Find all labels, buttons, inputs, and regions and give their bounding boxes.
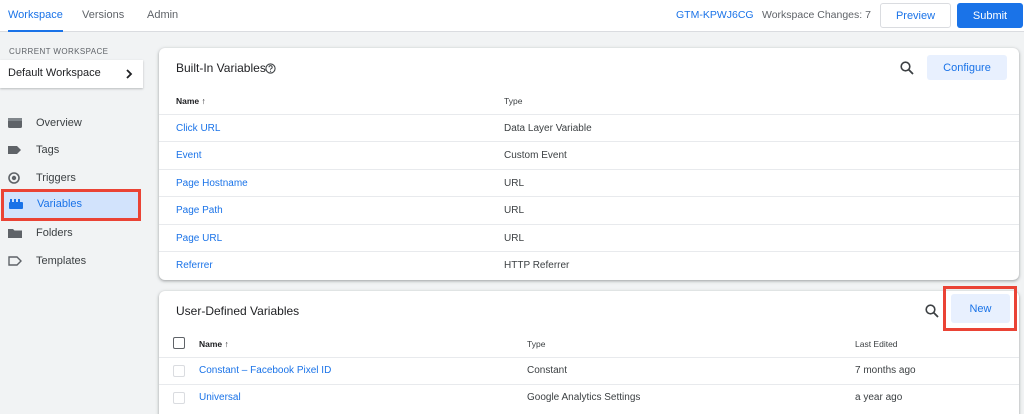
search-icon[interactable] [900,61,914,75]
user-defined-variables-card: User-Defined Variables New Name ↑ Type L… [159,286,1019,414]
variable-type: URL [504,178,525,189]
sidebar-item-label: Folders [36,227,73,239]
configure-button[interactable]: Configure [927,55,1007,80]
search-icon[interactable] [925,304,939,318]
last-edited-value: a year ago [855,392,903,403]
select-all-checkbox[interactable] [173,337,185,349]
variable-link[interactable]: Page Hostname [176,178,248,189]
variable-link[interactable]: Page URL [176,233,222,244]
user-defined-variables-title: User-Defined Variables [176,304,300,318]
new-button-highlight: New [943,286,1017,331]
submit-button[interactable]: Submit [957,3,1023,28]
col-header-name[interactable]: Name ↑ [176,96,206,106]
sidebar-item-label: Triggers [36,172,76,184]
variable-link[interactable]: Page Path [176,205,223,216]
variable-type: HTTP Referrer [504,260,570,271]
sidebar-item-label: Variables [37,198,83,210]
chevron-right-icon [126,69,133,79]
variables-icon [9,199,23,209]
current-workspace-label: CURRENT WORKSPACE [9,47,109,56]
tab-admin[interactable]: Admin [147,0,178,32]
variable-type: Google Analytics Settings [527,392,641,403]
preview-button[interactable]: Preview [880,3,951,28]
builtin-variables-card: Built-In Variables Configure Name ↑ Type… [159,48,1019,280]
tab-versions[interactable]: Versions [82,0,124,32]
sidebar-item-templates[interactable]: Templates [0,248,140,275]
variable-link[interactable]: Universal [199,392,241,403]
variable-type: Constant [527,365,568,376]
sidebar-item-label: Overview [36,117,82,129]
tab-workspace[interactable]: Workspace [8,0,63,32]
variable-type: URL [504,233,525,244]
variable-link[interactable]: Click URL [176,123,220,134]
workspace-changes-count: Workspace Changes: 7 [762,9,871,21]
sidebar-item-overview[interactable]: Overview [0,110,140,137]
folder-icon [8,229,22,238]
overview-icon [8,118,22,128]
col-header-last-edited: Last Edited [855,339,898,349]
variable-link[interactable]: Constant – Facebook Pixel ID [199,365,331,376]
top-bar: Workspace Versions Admin GTM-KPWJ6CG Wor… [0,0,1024,32]
help-icon[interactable] [265,63,276,74]
variable-type: Data Layer Variable [504,123,592,134]
trigger-icon [8,172,20,184]
variable-type: Custom Event [504,150,567,161]
col-header-type: Type [504,96,523,106]
workspace-selector[interactable]: Default Workspace [0,60,143,88]
new-button[interactable]: New [951,294,1010,323]
last-edited-value: 7 months ago [855,365,916,376]
sidebar: CURRENT WORKSPACE Default Workspace Over… [0,33,148,414]
builtin-variables-title: Built-In Variables [176,61,266,75]
sidebar-item-label: Tags [36,144,60,156]
variable-link[interactable]: Event [176,150,202,161]
row-checkbox[interactable] [173,365,185,377]
tag-icon [8,146,21,154]
col-header-type: Type [527,339,546,349]
workspace-name: Default Workspace [8,67,101,79]
container-id-link[interactable]: GTM-KPWJ6CG [676,9,754,21]
sidebar-item-triggers[interactable]: Triggers [0,165,140,192]
sidebar-item-variables[interactable]: Variables [1,189,141,221]
row-checkbox[interactable] [173,392,185,404]
sidebar-item-folders[interactable]: Folders [0,220,140,247]
sidebar-item-tags[interactable]: Tags [0,137,140,164]
col-header-name[interactable]: Name ↑ [199,339,229,349]
variable-link[interactable]: Referrer [176,260,213,271]
sidebar-item-label: Templates [36,255,87,267]
template-icon [8,256,22,266]
variable-type: URL [504,205,525,216]
